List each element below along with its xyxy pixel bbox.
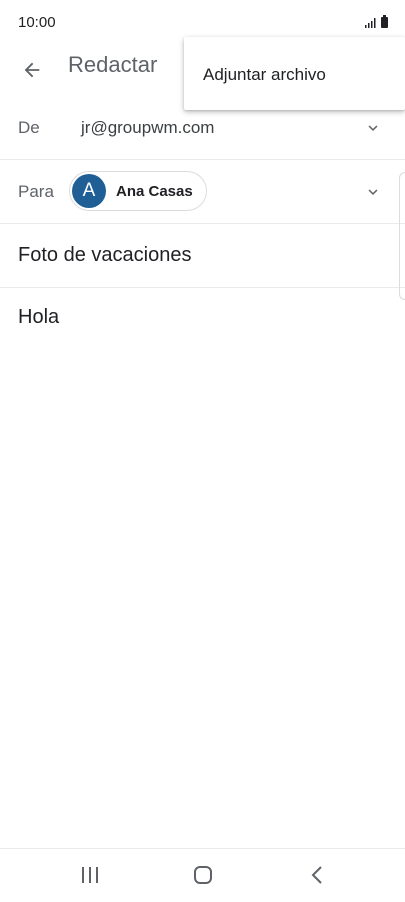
scroll-handle[interactable] xyxy=(399,172,405,300)
home-button[interactable] xyxy=(189,863,217,887)
to-row[interactable]: Para A Ana Casas xyxy=(0,160,405,224)
menu-item-attach-file[interactable]: Adjuntar archivo xyxy=(184,37,405,110)
subject-field[interactable]: Foto de vacaciones xyxy=(18,244,191,267)
overflow-menu: Adjuntar archivo xyxy=(184,37,405,110)
status-icons xyxy=(365,14,388,28)
subject-row[interactable]: Foto de vacaciones xyxy=(0,224,405,288)
back-icon xyxy=(311,866,322,884)
chevron-down-icon xyxy=(368,189,378,195)
navigation-bar xyxy=(0,848,405,902)
recipient-chip[interactable]: A Ana Casas xyxy=(69,171,207,211)
arrow-left-icon xyxy=(24,62,40,78)
home-icon xyxy=(194,866,212,884)
signal-icon xyxy=(365,18,376,28)
compose-screen: 10:00 Redactar De jr@groupwm.com Para A … xyxy=(0,0,405,902)
recipient-name: Ana Casas xyxy=(116,182,193,200)
recents-button[interactable] xyxy=(76,863,104,887)
recents-icon xyxy=(82,867,98,883)
from-expand-button[interactable] xyxy=(363,118,383,138)
to-expand-button[interactable] xyxy=(363,182,383,202)
back-button[interactable] xyxy=(14,52,50,88)
body-field[interactable]: Hola xyxy=(18,306,59,329)
chevron-down-icon xyxy=(368,125,378,131)
nav-back-button[interactable] xyxy=(303,863,331,887)
to-label: Para xyxy=(18,182,54,201)
from-label: De xyxy=(18,118,40,137)
page-title: Redactar xyxy=(68,52,158,77)
avatar: A xyxy=(72,174,106,208)
battery-icon xyxy=(381,15,388,28)
status-time: 10:00 xyxy=(18,14,56,31)
from-account[interactable]: jr@groupwm.com xyxy=(81,118,214,138)
menu-item-label: Adjuntar archivo xyxy=(203,65,326,84)
